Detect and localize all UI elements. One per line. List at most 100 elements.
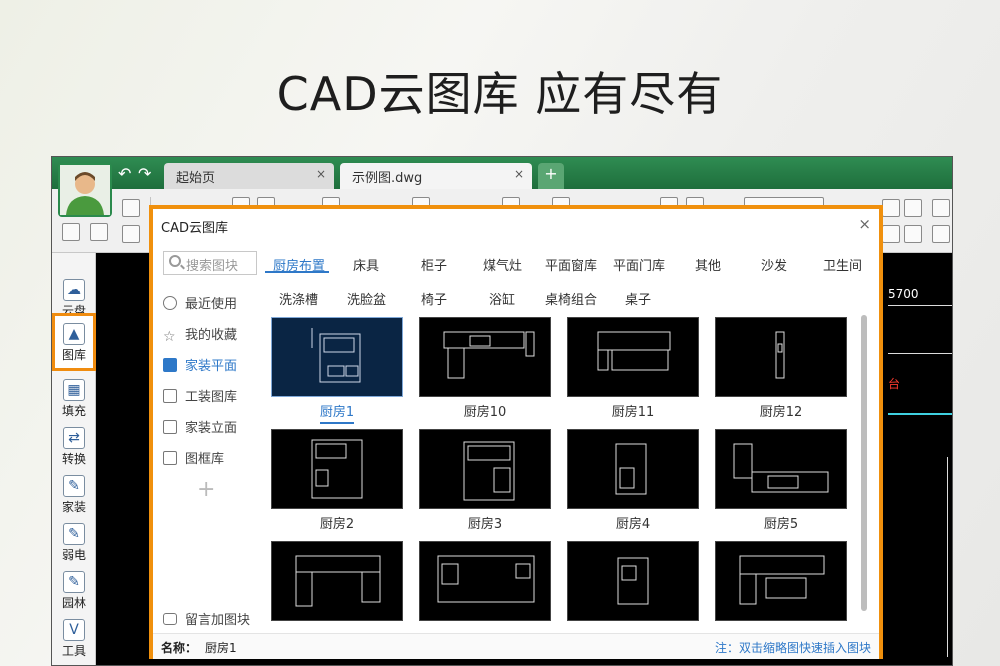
category-tab[interactable]: 洗涤槽 [279, 289, 318, 308]
category-tab[interactable]: 沙发 [761, 255, 787, 274]
sidebar-item-label: 图库 [61, 348, 86, 362]
nav-recent[interactable]: 最近使用 [163, 293, 237, 312]
thumbnail-label: 厨房12 [759, 405, 803, 420]
sidebar-item-hatch[interactable]: ▦ 填充 [52, 373, 96, 421]
thumbnail-kitchen-1[interactable] [271, 317, 403, 397]
category-tab[interactable]: 洗脸盆 [347, 289, 386, 308]
thumbnail-kitchen-partial[interactable] [271, 541, 403, 621]
thumbnail-kitchen-12[interactable] [715, 317, 847, 397]
new-tab-button[interactable]: + [538, 163, 564, 189]
sidebar-item-garden[interactable]: ✎ 园林 [52, 565, 96, 613]
category-tab[interactable]: 平面门库 [613, 255, 665, 274]
thumbnail-kitchen-11[interactable] [567, 317, 699, 397]
kitchen-plan-drawing [597, 331, 671, 371]
open-folder-icon[interactable] [122, 199, 140, 217]
cad-drawing-line [888, 353, 952, 354]
image-library-icon: ▲ [63, 323, 85, 345]
nav-home-plan[interactable]: 家装平面 [163, 355, 237, 374]
format-brush-icon[interactable] [904, 225, 922, 243]
paste-icon[interactable] [882, 225, 900, 243]
sidebar-item-tools[interactable]: V 工具 [52, 613, 96, 661]
cad-drawing-line [888, 413, 952, 415]
tab-close-icon[interactable]: × [316, 167, 326, 181]
move-icon[interactable] [932, 199, 950, 217]
category-tab[interactable]: 桌子 [625, 289, 651, 308]
kitchen-plan-drawing [775, 331, 785, 379]
thumbnail-kitchen-3[interactable] [419, 429, 551, 509]
thumbnail-kitchen-2[interactable] [271, 429, 403, 509]
scrollbar[interactable] [861, 315, 867, 611]
left-sidebar: ☁ 云盘 ▲ 图库 ▦ 填充 ⇄ 转换 ✎ 家装 ✎ 弱电 ✎ 园林 V 工具 [52, 253, 96, 665]
kitchen-plan-drawing [615, 443, 647, 495]
thumbnail-kitchen-10[interactable] [419, 317, 551, 397]
nav-label: 家装平面 [185, 359, 238, 374]
nav-label: 我的收藏 [185, 328, 238, 343]
thumbnail-kitchen-5[interactable] [715, 429, 847, 509]
category-tab[interactable]: 椅子 [421, 289, 447, 308]
tab-close-icon[interactable]: × [514, 167, 524, 181]
back-arrow-icon[interactable]: ↶ [118, 164, 131, 183]
cad-red-label: 台 [888, 377, 901, 391]
category-tab[interactable]: 平面窗库 [545, 255, 597, 274]
category-tab[interactable]: 煤气灶 [483, 255, 522, 274]
image-icon [163, 389, 177, 403]
name-label: 名称： [161, 641, 198, 655]
image-icon [163, 358, 177, 372]
convert-icon: ⇄ [63, 427, 85, 449]
copy-icon[interactable] [882, 199, 900, 217]
thumbnail-kitchen-4[interactable] [567, 429, 699, 509]
sidebar-item-low-voltage[interactable]: ✎ 弱电 [52, 517, 96, 565]
scrollbar-thumb[interactable] [861, 315, 867, 611]
cad-dimension-text: 5700 [888, 287, 919, 301]
close-icon[interactable]: × [858, 215, 871, 233]
tab-start-page[interactable]: 起始页 × [164, 163, 334, 189]
thumbnail-kitchen-partial[interactable] [567, 541, 699, 621]
window-icon[interactable] [932, 225, 950, 243]
add-category-button[interactable]: + [197, 477, 215, 502]
nav-commercial[interactable]: 工装图库 [163, 386, 237, 405]
thumbnail-label: 厨房4 [615, 517, 651, 532]
low-voltage-icon: ✎ [63, 523, 85, 545]
nav-frame-library[interactable]: 图框库 [163, 448, 224, 467]
kitchen-plan-drawing [733, 443, 829, 493]
sidebar-item-label: 转换 [61, 452, 86, 466]
thumbnail-label: 厨房3 [467, 517, 503, 532]
print-icon[interactable] [122, 225, 140, 243]
user-avatar[interactable] [58, 163, 112, 217]
kitchen-plan-drawing [311, 328, 361, 383]
category-tab[interactable]: 浴缸 [489, 289, 515, 308]
sidebar-item-label: 园林 [61, 596, 86, 610]
sidebar-item-label: 家装 [61, 500, 86, 514]
thumbnail-kitchen-partial[interactable] [419, 541, 551, 621]
category-tab[interactable]: 柜子 [421, 255, 447, 274]
feedback-link[interactable]: 留言加图块 [163, 609, 250, 628]
sidebar-item-convert[interactable]: ⇄ 转换 [52, 421, 96, 469]
category-tab[interactable]: 卫生间 [823, 255, 862, 274]
thumbnail-label: 厨房10 [463, 405, 507, 420]
search-icon [169, 255, 181, 267]
cut-icon[interactable] [904, 199, 922, 217]
forward-arrow-icon[interactable]: ↷ [138, 164, 151, 183]
thumbnail-kitchen-partial[interactable] [715, 541, 847, 621]
nav-favorites[interactable]: ☆ 我的收藏 [163, 324, 237, 345]
nav-home-elevation[interactable]: 家装立面 [163, 417, 237, 436]
dialog-footer: 名称： 厨房1 注：双击缩略图快速插入图块 [153, 633, 879, 659]
star-icon: ☆ [163, 329, 176, 345]
thumbnail-label: 厨房11 [611, 405, 655, 420]
category-tab[interactable]: 床具 [353, 255, 379, 274]
category-tab[interactable]: 其他 [695, 255, 721, 274]
sidebar-item-home-decor[interactable]: ✎ 家装 [52, 469, 96, 517]
category-tab[interactable]: 桌椅组合 [545, 289, 597, 308]
sidebar-item-label: 工具 [61, 644, 86, 658]
kitchen-plan-drawing [295, 555, 381, 607]
tab-label: 起始页 [176, 171, 216, 186]
sidebar-item-library[interactable]: ▲ 图库 [52, 313, 96, 371]
search-input[interactable]: 搜索图块 [163, 251, 257, 275]
nav-label: 最近使用 [185, 297, 238, 312]
add-page-icon[interactable] [90, 223, 108, 241]
tab-example-dwg[interactable]: 示例图.dwg × [340, 163, 532, 189]
kitchen-plan-drawing [617, 557, 649, 605]
kitchen-plan-drawing [443, 331, 535, 379]
back-page-icon[interactable] [62, 223, 80, 241]
kitchen-plan-drawing [437, 555, 535, 603]
